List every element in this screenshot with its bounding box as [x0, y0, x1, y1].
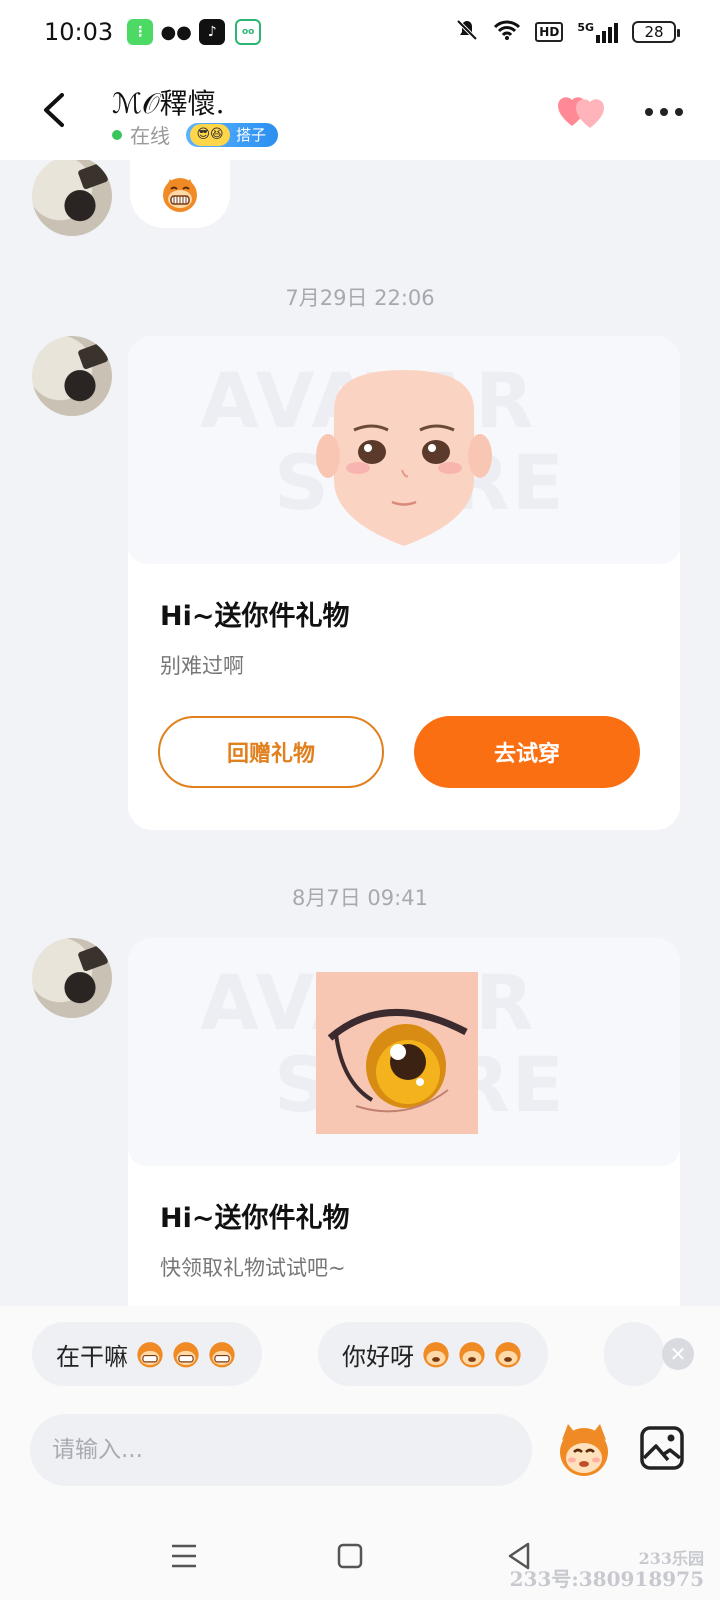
double-heart-icon	[558, 97, 604, 128]
home-nav-button[interactable]	[330, 1536, 370, 1576]
wifi-icon	[493, 19, 521, 46]
message-input-bar	[0, 1402, 720, 1514]
status-time: 10:03	[44, 18, 114, 46]
dot-icon	[660, 108, 668, 116]
monkey-grin-emoji-icon	[163, 178, 197, 212]
gift-preview[interactable]: AVATAR STORE	[128, 938, 680, 1166]
message-timestamp: 7月29日 22:06	[285, 286, 435, 310]
monkey-wave-emoji-icon	[459, 1342, 485, 1368]
watermark-brand: 233乐园	[638, 1549, 704, 1569]
online-dot-icon	[112, 129, 122, 140]
gift-title: Hi~送你件礼物	[160, 1203, 350, 1234]
monkey-emoji-icon	[560, 1424, 608, 1476]
battery-indicator: 28	[632, 21, 680, 43]
footer-watermark: 233乐园 233号:380918975	[510, 1550, 704, 1590]
contact-avatar[interactable]	[32, 160, 112, 236]
gift-card[interactable]: AVATAR STORE Hi~送你件礼物 别难过啊 回赠礼物 去试穿	[128, 336, 680, 830]
emoji-message-bubble[interactable]	[130, 160, 230, 228]
image-icon	[640, 1426, 684, 1470]
gift-subtitle: 快领取礼物试试吧~	[160, 1256, 346, 1280]
dot-icon	[645, 108, 653, 116]
monkey-emoji-group	[134, 1339, 238, 1369]
more-options-button[interactable]	[642, 92, 686, 132]
quick-reply-text: 你好呀	[342, 1342, 414, 1371]
monkey-emoji-group	[420, 1339, 524, 1369]
monkey-wave-emoji-icon	[423, 1342, 449, 1368]
chat-message-list[interactable]: 7月29日 22:06 AVATAR STORE Hi~送你件礼物	[0, 160, 720, 1306]
quick-reply-chip[interactable]: 你好呀	[318, 1322, 548, 1386]
system-navigation-bar: 233乐园 233号:380918975	[0, 1514, 720, 1600]
close-icon: ✕	[669, 1342, 687, 1366]
contact-avatar[interactable]	[32, 938, 112, 1018]
try-on-button[interactable]: 去试穿	[414, 716, 640, 788]
close-quick-replies-button[interactable]: ✕	[662, 1338, 694, 1370]
chevron-left-icon	[44, 93, 64, 127]
mute-icon	[455, 18, 479, 47]
return-gift-button[interactable]: 回赠礼物	[158, 716, 384, 788]
gift-title: Hi~送你件礼物	[160, 601, 350, 632]
gift-subtitle: 别难过啊	[160, 654, 244, 678]
wechat-icon: ●●	[160, 19, 192, 45]
menu-nav-button[interactable]	[164, 1536, 204, 1576]
partner-badge-label: 搭子	[236, 126, 267, 144]
quick-reply-bar: 在干嘛 你好呀 ✕	[0, 1306, 720, 1402]
quick-reply-text: 在干嘛	[56, 1342, 128, 1371]
message-input[interactable]	[30, 1414, 532, 1486]
contact-avatar[interactable]	[32, 336, 112, 416]
network-label: 5G	[577, 21, 594, 34]
message-timestamp: 8月7日 09:41	[292, 886, 428, 910]
monkey-wave-emoji-icon	[495, 1342, 521, 1368]
signal-icon: 5G	[577, 21, 618, 43]
oppo-app-icon: oo	[235, 19, 262, 45]
hd-badge: HD	[535, 22, 564, 42]
partner-badge[interactable]: 😎😆 搭子	[186, 122, 279, 147]
menu-icon	[172, 1544, 196, 1568]
chat-header: ℳ𝒪釋懷. 在线 😎😆 搭子	[0, 64, 720, 160]
gift-card[interactable]: AVATAR STORE Hi~送你件礼物 快领取礼物试试吧~	[128, 938, 680, 1306]
intimacy-heart-button[interactable]	[556, 92, 608, 132]
monkey-grin-emoji-icon	[209, 1342, 235, 1368]
status-bar: 10:03 ⋮ ●● ♪ oo HD 5G 28	[0, 0, 720, 64]
online-status-text: 在线	[130, 124, 170, 148]
back-button[interactable]	[30, 86, 78, 134]
image-upload-button[interactable]	[638, 1424, 686, 1472]
sunglasses-emoji-icon: 😎😆	[190, 123, 230, 146]
watermark-id: 233号:380918975	[509, 1567, 704, 1591]
tiktok-icon: ♪	[199, 19, 226, 45]
face-item-icon	[316, 370, 492, 546]
online-status: 在线 😎😆 搭子	[112, 120, 279, 149]
contact-name[interactable]: ℳ𝒪釋懷.	[112, 82, 224, 122]
emoji-button[interactable]	[552, 1418, 616, 1482]
quick-reply-chip-partial[interactable]	[604, 1322, 664, 1386]
gift-preview[interactable]: AVATAR STORE	[128, 336, 680, 564]
app-icon-green: ⋮	[127, 19, 154, 45]
eye-item-icon	[316, 972, 478, 1134]
quick-reply-chip[interactable]: 在干嘛	[32, 1322, 262, 1386]
home-square-icon	[337, 1543, 363, 1569]
monkey-grin-emoji-icon	[137, 1342, 163, 1368]
dot-icon	[675, 108, 683, 116]
monkey-grin-emoji-icon	[173, 1342, 199, 1368]
